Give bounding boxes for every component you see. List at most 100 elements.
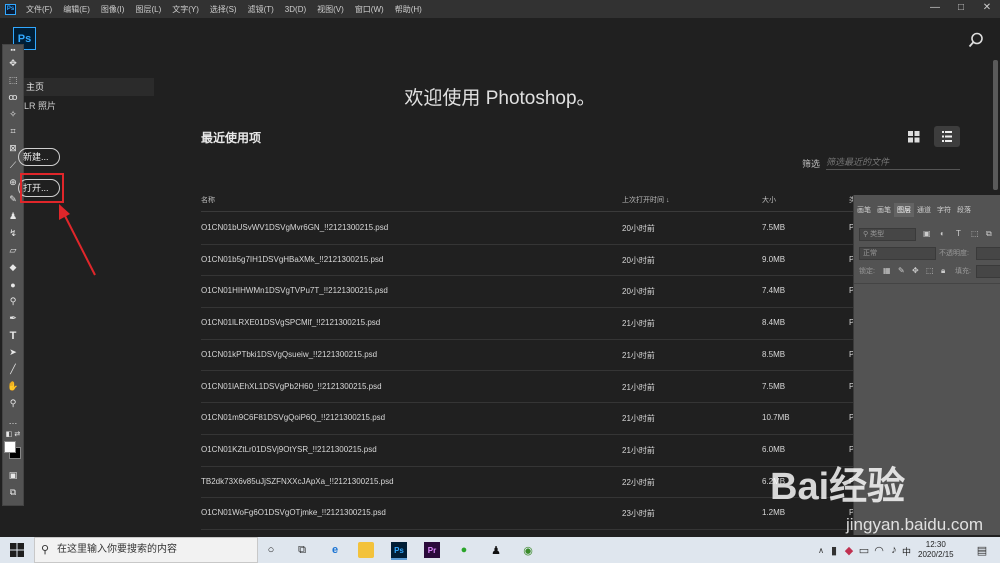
- blur-tool-icon[interactable]: ●: [3, 276, 23, 293]
- file-row[interactable]: TB2dk73X6v85uJjSZFNXXcJApXa_!!2121300215…: [201, 466, 854, 499]
- menu-edit[interactable]: 编辑(E): [63, 4, 90, 15]
- lock-label: 锁定:: [859, 268, 875, 275]
- column-size[interactable]: 大小: [762, 195, 776, 205]
- input-language[interactable]: 中: [902, 545, 911, 558]
- photoshop-taskbar-icon[interactable]: Ps: [391, 542, 407, 560]
- layer-kind-filter[interactable]: ⚲ 类型: [859, 228, 916, 241]
- filter-pixel-icon[interactable]: ▣: [923, 229, 931, 238]
- menu-select[interactable]: 选择(S): [210, 4, 237, 15]
- lock-position-icon[interactable]: ✥: [912, 266, 919, 275]
- tab-paragraph[interactable]: 段落: [954, 203, 974, 217]
- menu-layer[interactable]: 图层(L): [135, 4, 161, 15]
- edge-icon[interactable]: e: [327, 542, 343, 558]
- list-view-icon[interactable]: [934, 126, 960, 147]
- file-row[interactable]: O1CN01b5g7IH1DSVgHBaXMk_!!2121300215.psd…: [201, 244, 854, 277]
- lock-transparent-icon[interactable]: ▦: [883, 266, 891, 275]
- menu-help[interactable]: 帮助(H): [395, 4, 422, 15]
- pen-tool-icon[interactable]: ✒: [3, 310, 23, 327]
- network-icon[interactable]: ◠: [871, 542, 887, 558]
- lasso-tool-icon[interactable]: ꝏ: [3, 89, 23, 106]
- browser-360-icon[interactable]: ◉: [520, 542, 536, 558]
- menu-window[interactable]: 窗口(W): [355, 4, 384, 15]
- filter-type-icon[interactable]: T: [956, 229, 961, 238]
- lock-all-icon[interactable]: 🔒︎: [941, 266, 945, 276]
- move-tool-icon[interactable]: ✥: [3, 55, 23, 72]
- paint-bucket-tool-icon[interactable]: ◆: [3, 259, 23, 276]
- tray-app-icon[interactable]: ◆: [841, 542, 857, 558]
- filter-shape-icon[interactable]: ⬚: [971, 229, 979, 238]
- battery-icon[interactable]: ▭: [856, 542, 872, 558]
- dodge-tool-icon[interactable]: ⚲: [3, 293, 23, 310]
- default-colors-icon[interactable]: ◧ ⇄: [3, 429, 23, 439]
- quick-mask-icon[interactable]: ▣: [3, 467, 23, 484]
- filter-adjustment-icon[interactable]: ◐: [940, 229, 945, 238]
- volume-icon[interactable]: ♪: [886, 542, 902, 558]
- filter-input[interactable]: [826, 155, 960, 170]
- file-row[interactable]: O1CN01bUSvWV1DSVgMvr6GN_!!2121300215.psd…: [201, 212, 854, 245]
- foreground-background-color[interactable]: [3, 439, 23, 461]
- scrollbar-thumb[interactable]: [993, 60, 998, 190]
- menu-file[interactable]: 文件(F): [26, 4, 52, 15]
- cortana-icon[interactable]: ○: [263, 542, 279, 558]
- opacity-input[interactable]: [976, 247, 1000, 260]
- fill-input[interactable]: [976, 265, 1000, 278]
- path-selection-tool-icon[interactable]: ➤: [3, 344, 23, 361]
- qq-icon[interactable]: ♟: [488, 542, 504, 558]
- clone-stamp-tool-icon[interactable]: ♟: [3, 208, 23, 225]
- maximize-button[interactable]: □: [948, 0, 974, 18]
- type-tool-icon[interactable]: T: [3, 327, 23, 344]
- file-row[interactable]: O1CN01kPTbki1DSVgQsueiw_!!2121300215.psd…: [201, 339, 854, 372]
- taskbar-search-box[interactable]: ⚲ 在这里输入你要搜索的内容: [34, 537, 258, 563]
- file-row[interactable]: O1CN01lLRXE01DSVgSPCMlf_!!2121300215.psd…: [201, 307, 854, 340]
- file-explorer-icon[interactable]: [358, 542, 374, 558]
- tab-brush-settings[interactable]: 画笔: [874, 203, 894, 217]
- premiere-taskbar-icon[interactable]: Pr: [424, 542, 440, 558]
- magic-wand-tool-icon[interactable]: ✧: [3, 106, 23, 123]
- notification-icon[interactable]: ▤: [974, 542, 990, 558]
- search-icon[interactable]: [968, 32, 984, 48]
- file-row[interactable]: O1CN01lAEhXL1DSVgPb2H60_!!2121300215.psd…: [201, 371, 854, 404]
- line-tool-icon[interactable]: ╱: [3, 361, 23, 378]
- column-last-opened[interactable]: 上次打开时间 ↓: [622, 195, 669, 205]
- minimize-button[interactable]: —: [922, 0, 948, 18]
- tab-channels[interactable]: 通道: [914, 203, 934, 217]
- tab-layers[interactable]: 图层: [894, 203, 914, 217]
- nav-lr-photos[interactable]: LR 照片: [24, 99, 56, 112]
- task-view-icon[interactable]: ⧉: [294, 542, 310, 558]
- filter-smart-object-icon[interactable]: ⧉: [986, 229, 992, 239]
- menu-view[interactable]: 视图(V): [317, 4, 344, 15]
- menu-type[interactable]: 文字(Y): [172, 4, 199, 15]
- column-name[interactable]: 名称: [201, 195, 215, 205]
- windows-start-icon[interactable]: [10, 543, 24, 557]
- screen-mode-icon[interactable]: ⧉: [3, 484, 23, 501]
- marquee-tool-icon[interactable]: ⬚: [3, 72, 23, 89]
- file-row[interactable]: O1CN01HIHWMn1DSVgTVPu7T_!!2121300215.psd…: [201, 275, 854, 309]
- tab-brush[interactable]: 画笔: [854, 203, 874, 217]
- tab-character[interactable]: 字符: [934, 203, 954, 217]
- file-name: O1CN01m9C6F81DSVgQoiP6Q_!!2121300215.psd: [201, 413, 386, 423]
- file-row[interactable]: O1CN01WoFg6O1DSVgOTjmke_!!2121300215.psd…: [201, 497, 854, 530]
- hand-tool-icon[interactable]: ✋: [3, 378, 23, 395]
- wechat-icon[interactable]: ●: [456, 542, 472, 558]
- close-button[interactable]: ✕: [974, 0, 1000, 18]
- taskbar-clock[interactable]: 12:30 2020/2/15: [918, 540, 954, 560]
- menu-image[interactable]: 图像(I): [101, 4, 125, 15]
- file-row[interactable]: O1CN01KZtLr01DSVj9OtYSR_!!2121300215.psd…: [201, 434, 854, 467]
- zoom-tool-icon[interactable]: ⚲: [3, 395, 23, 412]
- panel-grip-icon[interactable]: ▪▪: [3, 45, 23, 55]
- nav-home[interactable]: 主页: [24, 78, 154, 96]
- grid-view-icon[interactable]: [905, 128, 922, 145]
- file-row[interactable]: O1CN01m9C6F81DSVgQoiP6Q_!!2121300215.psd…: [201, 402, 854, 435]
- eraser-tool-icon[interactable]: ▱: [3, 242, 23, 259]
- more-tools-icon[interactable]: …: [3, 412, 23, 429]
- blend-mode-select[interactable]: 正常: [859, 247, 936, 260]
- menu-3d[interactable]: 3D(D): [285, 5, 306, 14]
- new-button[interactable]: 新建...: [18, 148, 60, 166]
- crop-tool-icon[interactable]: ⌗: [3, 123, 23, 140]
- history-brush-tool-icon[interactable]: ↯: [3, 225, 23, 242]
- lock-artboard-icon[interactable]: ⬚: [926, 266, 934, 275]
- welcome-title: 欢迎使用 Photoshop。: [404, 88, 596, 109]
- lock-image-icon[interactable]: ✎: [898, 266, 905, 275]
- microphone-icon[interactable]: ▮: [826, 542, 842, 558]
- menu-filter[interactable]: 滤镜(T): [248, 4, 274, 15]
